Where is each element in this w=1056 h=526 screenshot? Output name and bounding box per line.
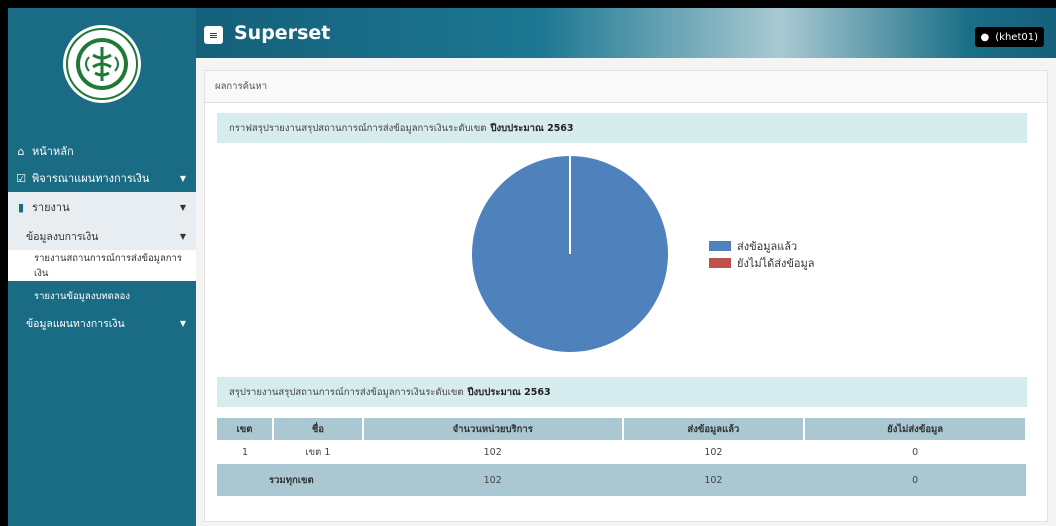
- sidebar-item-financial-plan-review[interactable]: ☑ พิจารณาแผนทางการเงิน ▼: [8, 163, 196, 193]
- ministry-logo: [63, 25, 141, 103]
- column-header[interactable]: จำนวนหน่วยบริการ: [362, 418, 624, 440]
- fiscal-year-label: ปีงบประมาณ 2563: [490, 122, 574, 134]
- logo-area: [8, 8, 196, 120]
- legend-item-not-sent: ยังไม่ได้ส่งข้อมูล: [709, 254, 814, 272]
- panel-title: ผลการค้นหา: [205, 71, 1047, 103]
- table-cell: 102: [483, 446, 502, 458]
- pie-chart: [472, 156, 668, 352]
- sidebar-item-label: ข้อมูลงบการเงิน: [26, 230, 99, 243]
- sidebar-item-financial-statements[interactable]: ข้อมูลงบการเงิน ▼: [8, 221, 196, 251]
- username-label: (khet01): [995, 31, 1038, 43]
- app-frame: ⌂ หน้าหลัก ☑ พิจารณาแผนทางการเงิน ▼ ▮ รา…: [8, 8, 1056, 526]
- table-cell: 0: [804, 464, 1026, 496]
- caret-down-icon: ▼: [179, 202, 186, 212]
- chart-section-title: กราฟสรุปรายงานสรุปสถานการณ์การส่งข้อมูลก…: [217, 113, 1027, 143]
- column-header[interactable]: ชื่อ: [272, 418, 364, 440]
- column-header[interactable]: เขต: [217, 418, 274, 440]
- table-header-row: เขต ชื่อ จำนวนหน่วยบริการ ส่งข้อมูลแล้ว …: [217, 418, 1027, 440]
- sidebar-item-label: รายงานสถานการณ์การส่งข้อมูลการเงิน: [34, 252, 182, 279]
- home-icon: ⌂: [17, 144, 25, 158]
- hamburger-icon: ≡: [208, 28, 219, 42]
- table-total-row: รวมทุกเขต 102 102 0: [217, 464, 1026, 496]
- sidebar-item-financial-plan-data[interactable]: ข้อมูลแผนทางการเงิน ▼: [8, 308, 196, 338]
- user-icon: ●: [980, 31, 990, 43]
- sidebar-item-home[interactable]: ⌂ หน้าหลัก: [8, 136, 196, 166]
- chart-title-text: กราฟสรุปรายงานสรุปสถานการณ์การส่งข้อมูลก…: [229, 122, 487, 134]
- legend-label: ส่งข้อมูลแล้ว: [737, 240, 798, 253]
- summary-table: เขต ชื่อ จำนวนหน่วยบริการ ส่งข้อมูลแล้ว …: [217, 418, 1027, 496]
- table-row: 1 เขต 1 102 102 0: [217, 440, 1026, 464]
- legend-swatch: [709, 258, 731, 268]
- table-cell: 0: [912, 446, 919, 458]
- sidebar-item-label: พิจารณาแผนทางการเงิน: [32, 172, 150, 185]
- check-square-icon: ☑: [16, 171, 26, 185]
- brand-title: Superset: [234, 22, 331, 44]
- sidebar-item-financial-submission-status[interactable]: รายงานสถานการณ์การส่งข้อมูลการเงิน: [8, 250, 196, 281]
- legend-swatch: [709, 241, 731, 251]
- menu-toggle-button[interactable]: ≡: [204, 26, 223, 44]
- results-panel: ผลการค้นหา กราฟสรุปรายงานสรุปสถานการณ์กา…: [204, 70, 1048, 522]
- fiscal-year-label: ปีงบประมาณ 2563: [467, 386, 551, 398]
- table-title-text: สรุปรายงานสรุปสถานการณ์การส่งข้อมูลการเง…: [229, 386, 464, 398]
- sidebar: ⌂ หน้าหลัก ☑ พิจารณาแผนทางการเงิน ▼ ▮ รา…: [8, 8, 196, 526]
- sidebar-item-label: รายงานข้อมูลงบทดลอง: [34, 290, 131, 302]
- sidebar-item-label: ข้อมูลแผนทางการเงิน: [26, 317, 125, 330]
- legend-label: ยังไม่ได้ส่งข้อมูล: [737, 257, 815, 270]
- sidebar-item-label: หน้าหลัก: [32, 145, 74, 158]
- sidebar-item-trial-balance[interactable]: รายงานข้อมูลงบทดลอง: [8, 281, 196, 311]
- table-section-title: สรุปรายงานสรุปสถานการณ์การส่งข้อมูลการเง…: [217, 377, 1027, 407]
- column-header[interactable]: ส่งข้อมูลแล้ว: [622, 418, 806, 440]
- table-cell: เขต 1: [305, 446, 331, 458]
- table-cell: 102: [704, 446, 723, 458]
- table-cell: 102: [362, 464, 623, 496]
- file-icon: ▮: [17, 200, 25, 214]
- caret-down-icon: ▼: [179, 173, 186, 183]
- user-menu-button[interactable]: ● (khet01): [974, 27, 1044, 47]
- sidebar-item-report[interactable]: ▮ รายงาน ▼: [8, 192, 196, 222]
- caret-down-icon: ▼: [179, 318, 186, 328]
- total-label: รวมทุกเขต: [217, 464, 363, 496]
- table-cell: 1: [241, 446, 248, 458]
- table-cell: 102: [622, 464, 805, 496]
- caret-down-icon: ▼: [179, 231, 186, 241]
- column-header[interactable]: ยังไม่ส่งข้อมูล: [804, 418, 1027, 440]
- top-header: ≡ Superset ● (khet01): [196, 8, 1056, 58]
- legend-item-sent: ส่งข้อมูลแล้ว: [709, 237, 797, 255]
- sidebar-item-label: รายงาน: [32, 201, 70, 214]
